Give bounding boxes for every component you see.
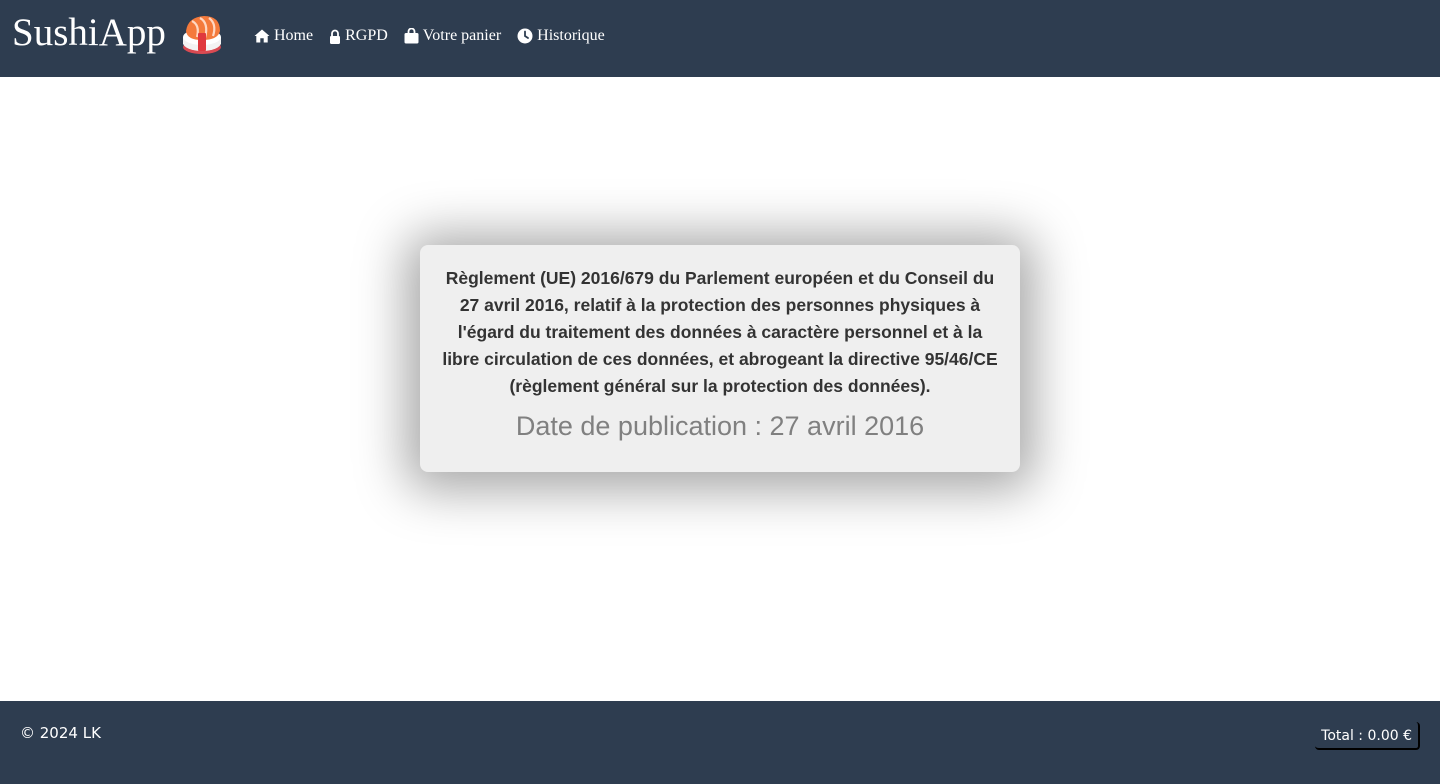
- main-nav: Home RGPD Votre panier Historique: [254, 25, 605, 47]
- shopping-bag-icon: [404, 28, 419, 44]
- nav-home[interactable]: Home: [254, 26, 313, 46]
- nav-cart-label: Votre panier: [422, 27, 502, 44]
- nav-history[interactable]: Historique: [517, 26, 605, 46]
- copyright: © 2024 LK: [20, 724, 101, 742]
- brand[interactable]: SushiApp: [12, 8, 226, 58]
- nav-rgpd-label: RGPD: [345, 27, 388, 44]
- rgpd-card: Règlement (UE) 2016/679 du Parlement eur…: [420, 245, 1020, 472]
- brand-title: SushiApp: [12, 11, 166, 54]
- nav-history-label: Historique: [537, 27, 605, 44]
- publication-date: Date de publication : 27 avril 2016: [515, 411, 925, 441]
- top-navbar: SushiApp Home RGPD Votre panier Historiq…: [0, 0, 1440, 77]
- nav-rgpd[interactable]: RGPD: [329, 26, 388, 46]
- lock-icon: [330, 29, 341, 44]
- nav-cart[interactable]: Votre panier: [404, 26, 501, 46]
- cart-total[interactable]: Total : 0.00 €: [1315, 722, 1420, 750]
- footer: © 2024 LK Total : 0.00 €: [0, 701, 1440, 784]
- regulation-title: Règlement (UE) 2016/679 du Parlement eur…: [442, 268, 998, 396]
- nav-home-label: Home: [274, 27, 314, 44]
- clock-icon: [517, 28, 533, 44]
- sushi-icon: [182, 16, 221, 54]
- home-icon: [254, 29, 270, 43]
